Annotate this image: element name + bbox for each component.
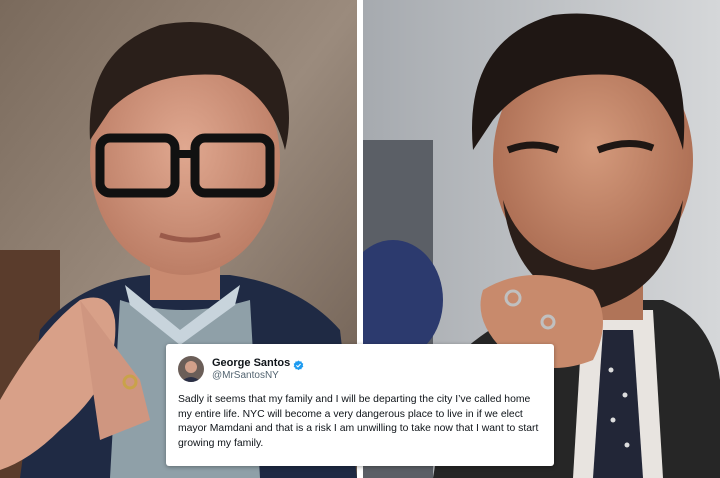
verified-badge-icon — [293, 358, 304, 370]
tweet-text: Sadly it seems that my family and I will… — [178, 394, 539, 449]
author-name[interactable]: George Santos — [212, 357, 290, 370]
avatar[interactable] — [178, 356, 204, 382]
composite-image: George Santos @MrSantosNY Sadly it seems… — [0, 0, 720, 478]
tweet-header: George Santos @MrSantosNY — [178, 354, 542, 384]
tweet-card: George Santos @MrSantosNY Sadly it seems… — [166, 344, 554, 466]
author-handle[interactable]: @MrSantosNY — [212, 370, 304, 382]
